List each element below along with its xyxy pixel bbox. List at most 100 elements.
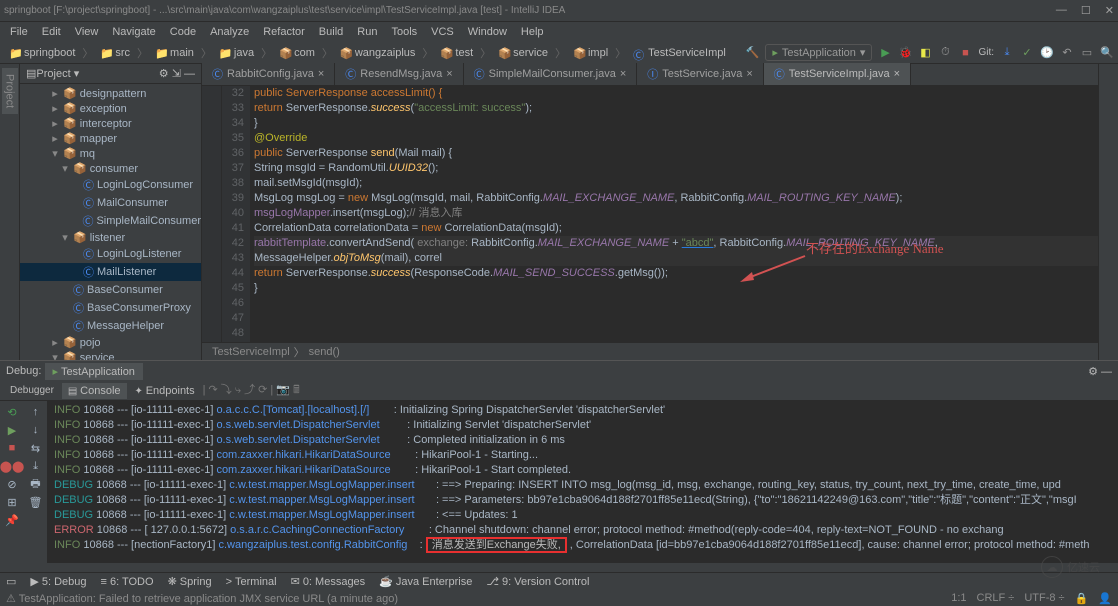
profile-icon[interactable]: ⏱ — [938, 46, 952, 60]
endpoints-tab[interactable]: ✦ Endpoints — [129, 383, 201, 399]
breadcrumb-wangzaiplus[interactable]: 📦wangzaiplus — [335, 47, 421, 59]
scroll-end-icon[interactable]: ⤓ — [29, 459, 43, 473]
soft-wrap-icon[interactable]: ⇆ — [29, 441, 43, 455]
pin-icon[interactable]: 📌 — [5, 513, 19, 527]
breadcrumb-service[interactable]: 📦service — [493, 47, 553, 59]
tree-item-maillistener[interactable]: ⒸMailListener — [20, 263, 201, 281]
line-sep[interactable]: CRLF ÷ — [977, 592, 1015, 605]
tool-spring[interactable]: ❋Spring — [168, 575, 212, 588]
minimize-button[interactable]: — — [1056, 4, 1067, 17]
console-tab[interactable]: ▤ Console — [62, 383, 127, 399]
menu-code[interactable]: Code — [164, 24, 202, 40]
breakpoints-icon[interactable]: ⬤⬤ — [5, 459, 19, 473]
menu-window[interactable]: Window — [462, 24, 513, 40]
coverage-icon[interactable]: ◧ — [918, 46, 932, 60]
layout-icon[interactable]: ⊞ — [5, 495, 19, 509]
tool-terminal[interactable]: >Terminal — [226, 576, 277, 588]
code-area[interactable]: public ServerResponse accessLimit() { re… — [250, 86, 1098, 342]
lock-icon[interactable]: 🔒 — [1075, 592, 1089, 605]
tree-item-interceptor[interactable]: ▸📦interceptor — [20, 116, 201, 131]
debug-session-tab[interactable]: ▸ TestApplication — [45, 363, 143, 380]
console-log[interactable]: INFO 10868 --- [io-11111-exec-1] o.a.c.c… — [48, 401, 1118, 563]
tab-testserviceimpl[interactable]: ⒸTestServiceImpl.java× — [764, 63, 911, 85]
up-icon[interactable]: ↑ — [29, 405, 43, 419]
project-panel-header[interactable]: ▤ Project ▾⚙ ⇲ — — [20, 64, 201, 84]
ideavim-icon[interactable]: ▭ — [1080, 46, 1094, 60]
git-revert-icon[interactable]: ↶ — [1060, 46, 1074, 60]
resume-icon[interactable]: ▶ — [5, 423, 19, 437]
build-icon[interactable]: 🔨 — [745, 46, 759, 60]
breadcrumb-main[interactable]: 📁main — [150, 47, 199, 59]
tree-item-baseconsumerproxy[interactable]: ⒸBaseConsumerProxy — [20, 299, 201, 317]
code-editor[interactable]: 32333435363738394041424344454647484950 p… — [202, 86, 1098, 342]
menu-vcs[interactable]: VCS — [425, 24, 460, 40]
breadcrumb2-method[interactable]: send() — [309, 346, 340, 358]
tree-item-simplemailconsumer[interactable]: ⒸSimpleMailConsumer — [20, 212, 201, 230]
git-pull-icon[interactable]: ⤓ — [1000, 46, 1014, 60]
breadcrumb2-class[interactable]: TestServiceImpl — [212, 346, 290, 358]
breadcrumb-impl[interactable]: 📦impl — [568, 47, 613, 59]
breadcrumb-test[interactable]: 📦test — [435, 47, 478, 59]
debug-icon[interactable]: 🐞 — [898, 46, 912, 60]
status-icon[interactable]: ▭ — [6, 575, 16, 588]
run-configuration[interactable]: ▸TestApplication▾ — [765, 44, 872, 61]
project-tree[interactable]: ▸📦designpattern▸📦exception▸📦interceptor▸… — [20, 84, 201, 360]
breadcrumb-src[interactable]: 📁src — [95, 47, 135, 59]
tree-item-loginlogconsumer[interactable]: ⒸLoginLogConsumer — [20, 176, 201, 194]
project-tool-tab[interactable]: Project — [2, 68, 18, 114]
tree-item-listener[interactable]: ▾📦listener — [20, 230, 201, 245]
tree-item-exception[interactable]: ▸📦exception — [20, 101, 201, 116]
tab-testservice[interactable]: ⒾTestService.java× — [637, 63, 764, 85]
menu-help[interactable]: Help — [515, 24, 550, 40]
tree-item-service[interactable]: ▾📦service — [20, 350, 201, 360]
encoding[interactable]: UTF-8 ÷ — [1024, 592, 1064, 605]
menu-view[interactable]: View — [69, 24, 105, 40]
debug-settings-icon[interactable]: ⚙ — — [1088, 365, 1112, 378]
tab-resendmsg[interactable]: ⒸResendMsg.java× — [335, 63, 463, 85]
tree-item-mapper[interactable]: ▸📦mapper — [20, 131, 201, 146]
clear-icon[interactable]: 🗑 — [29, 495, 43, 509]
tree-item-designpattern[interactable]: ▸📦designpattern — [20, 86, 201, 101]
mute-icon[interactable]: ⊘ — [5, 477, 19, 491]
stop-icon[interactable]: ■ — [958, 46, 972, 60]
tree-item-loginloglistener[interactable]: ⒸLoginLogListener — [20, 245, 201, 263]
git-history-icon[interactable]: 🕑 — [1040, 46, 1054, 60]
menu-run[interactable]: Run — [351, 24, 383, 40]
print-icon[interactable]: 🖶 — [29, 477, 43, 491]
stop-debug-icon[interactable]: ■ — [5, 441, 19, 455]
debugger-tab[interactable]: Debugger — [4, 383, 60, 398]
menu-navigate[interactable]: Navigate — [106, 24, 161, 40]
search-icon[interactable]: 🔍 — [1100, 46, 1114, 60]
tool-messages[interactable]: ✉0: Messages — [291, 575, 366, 588]
tool-todo[interactable]: ≡6: TODO — [101, 576, 154, 588]
menu-refactor[interactable]: Refactor — [257, 24, 311, 40]
tool-javaee[interactable]: ☕Java Enterprise — [379, 575, 472, 588]
menu-analyze[interactable]: Analyze — [204, 24, 255, 40]
menu-file[interactable]: File — [4, 24, 34, 40]
rerun-icon[interactable]: ⟲ — [5, 405, 19, 419]
tab-rabbitconfig[interactable]: ⒸRabbitConfig.java× — [202, 63, 335, 85]
close-button[interactable]: ✕ — [1105, 4, 1114, 17]
tree-item-pojo[interactable]: ▸📦pojo — [20, 335, 201, 350]
tree-item-messagehelper[interactable]: ⒸMessageHelper — [20, 317, 201, 335]
down-icon[interactable]: ↓ — [29, 423, 43, 437]
tree-item-baseconsumer[interactable]: ⒸBaseConsumer — [20, 281, 201, 299]
inspector-icon[interactable]: 👤 — [1098, 592, 1112, 605]
breadcrumb-class[interactable]: ⒸTestServiceImpl — [628, 47, 731, 59]
run-icon[interactable]: ▶ — [878, 46, 892, 60]
tool-debug[interactable]: ▶5: Debug — [30, 575, 86, 588]
breadcrumb-springboot[interactable]: 📁springboot — [4, 47, 80, 59]
breadcrumb-com[interactable]: 📦com — [274, 47, 320, 59]
breadcrumb-java[interactable]: 📁java — [214, 47, 259, 59]
menu-tools[interactable]: Tools — [385, 24, 423, 40]
log-line: INFO 10868 --- [io-11111-exec-1] o.a.c.c… — [54, 403, 1112, 418]
menu-build[interactable]: Build — [313, 24, 349, 40]
menu-edit[interactable]: Edit — [36, 24, 67, 40]
tree-item-consumer[interactable]: ▾📦consumer — [20, 161, 201, 176]
tool-vcs[interactable]: ⎇9: Version Control — [486, 575, 589, 588]
tree-item-mq[interactable]: ▾📦mq — [20, 146, 201, 161]
tab-simplemailconsumer[interactable]: ⒸSimpleMailConsumer.java× — [464, 63, 638, 85]
tree-item-mailconsumer[interactable]: ⒸMailConsumer — [20, 194, 201, 212]
maximize-button[interactable]: ☐ — [1081, 4, 1091, 17]
git-commit-icon[interactable]: ✓ — [1020, 46, 1034, 60]
